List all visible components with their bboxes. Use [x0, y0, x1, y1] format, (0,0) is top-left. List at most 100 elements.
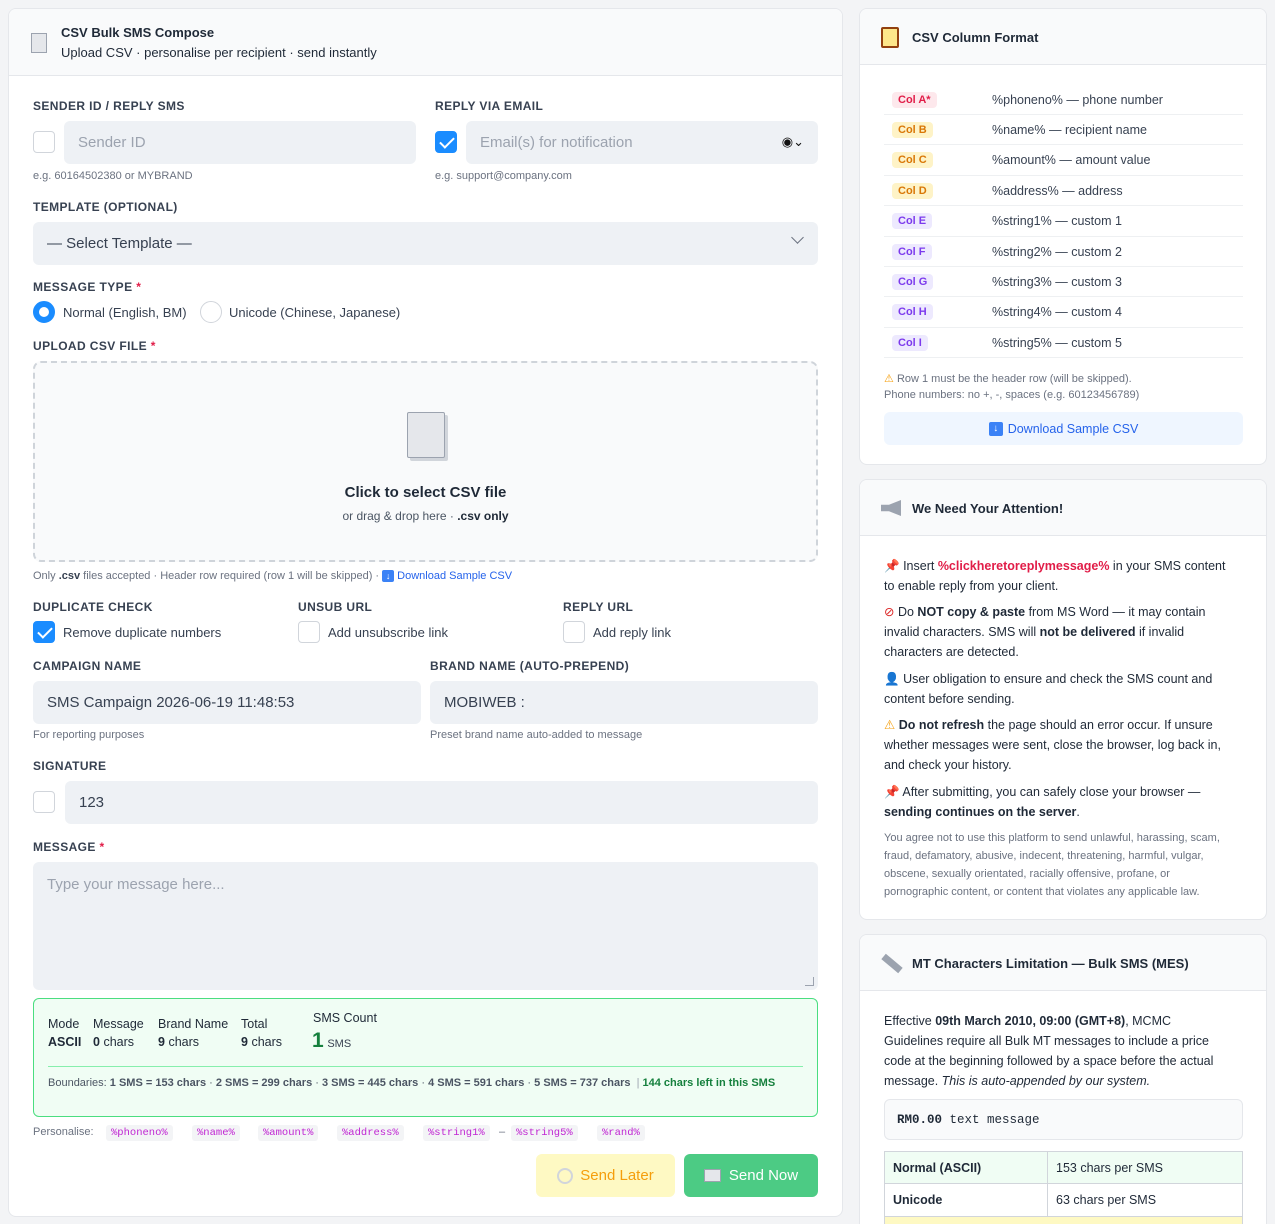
signature-input[interactable]: 123 [65, 781, 818, 824]
message-label: MESSAGE * [33, 840, 105, 854]
attention-point-5: 📌 After submitting, you can safely close… [884, 782, 1249, 822]
template-select[interactable]: — Select Template — [33, 222, 818, 265]
boundary-1: 1 SMS = 153 chars [109, 1077, 207, 1089]
column-row: Col F %string2% — custom 2 [884, 237, 1243, 267]
reply-email-input[interactable]: Email(s) for notification ◉⌄ [466, 121, 818, 164]
upload-note-csv: .csv [58, 570, 81, 582]
code-rest: text message [942, 1113, 1040, 1127]
legal-line-2: fraud, defamatory, abusive, indecent, th… [884, 850, 1204, 862]
radio-normal-label: Normal (English, BM) [63, 305, 187, 320]
download-sample-button[interactable]: ↓ Download Sample CSV [884, 412, 1243, 445]
reply-placeholder-token: %clickheretoreplymessage% [937, 559, 1110, 573]
message-textarea[interactable]: Type your message here... [33, 862, 818, 990]
attention-point-4: ⚠ Do not refresh the page should an erro… [884, 715, 1249, 775]
download-sample-label: Download Sample CSV [1007, 421, 1139, 436]
stat-brand-num: 9 [158, 1035, 165, 1049]
p2-f: if invalid [1135, 625, 1185, 639]
contact-picker-icon[interactable]: ◉⌄ [782, 134, 804, 150]
column-badge: Col H [892, 304, 933, 321]
limits-g: This is auto-appended by our system. [941, 1074, 1151, 1088]
stat-sms-num: 1 [312, 1029, 324, 1052]
token-rand[interactable]: %rand% [597, 1125, 645, 1141]
csv-note: ⚠ Row 1 must be the header row (will be … [884, 371, 1139, 403]
limits-date: 09th March 2010, 09:00 (GMT+8) [935, 1014, 1126, 1028]
dropzone-sub-text: or drag & drop here · [342, 509, 458, 523]
token-string5[interactable]: %string5% [511, 1125, 578, 1141]
legal-line-3: obscene, sexually orientated, racially o… [884, 868, 1170, 880]
attention-header: We Need Your Attention! [860, 480, 1266, 536]
column-badge: Col A* [892, 91, 937, 108]
duplicate-checkbox[interactable] [33, 621, 55, 643]
p5-b: sending continues on the server [884, 805, 1077, 819]
template-selected: — Select Template — [47, 235, 192, 252]
column-row: Col D %address% — address [884, 176, 1243, 207]
radio-unicode[interactable] [200, 301, 222, 323]
reply-url-checkbox[interactable] [563, 621, 585, 643]
stat-sms-label: SMS Count [313, 1011, 377, 1025]
brand-name-input[interactable]: MOBIWEB : [430, 681, 818, 724]
dropzone-sub: or drag & drop here · .csv only [35, 509, 816, 523]
stat-sms-value: 1 SMS [312, 1029, 351, 1053]
warning-icon: ⚠ [884, 718, 896, 732]
limits-type-ascii: Normal (ASCII) [885, 1152, 1048, 1183]
signature-checkbox[interactable] [33, 791, 55, 813]
sender-id-input[interactable]: Sender ID [64, 121, 416, 164]
column-description: %name% — recipient name [992, 122, 1147, 137]
required-mark: * [99, 840, 105, 854]
compose-title: CSV Bulk SMS Compose [61, 25, 215, 40]
document-icon [31, 33, 47, 53]
reply-email-hint: e.g. support@company.com [435, 170, 572, 182]
csv-dropzone[interactable]: Click to select CSV file or drag & drop … [33, 361, 818, 562]
pin-icon: 📌 [884, 559, 900, 573]
radio-normal[interactable] [33, 301, 55, 323]
stat-total-num: 9 [241, 1035, 248, 1049]
p5-c: . [1076, 805, 1080, 819]
attention-card: We Need Your Attention! 📌 Insert %clickh… [859, 479, 1267, 920]
stat-mode-label: Mode [48, 1017, 80, 1031]
column-description: %amount% — amount value [992, 153, 1151, 168]
upload-label: UPLOAD CSV FILE * [33, 339, 156, 353]
token-address[interactable]: %address% [337, 1125, 404, 1141]
chars-left: 144 chars left in this SMS [642, 1077, 776, 1089]
token-phoneno[interactable]: %phoneno% [106, 1125, 173, 1141]
stat-total-unit: chars [251, 1035, 283, 1049]
limits-row-ascii: Normal (ASCII) 153 chars per SMS [885, 1152, 1242, 1184]
compose-subtitle: Upload CSV · personalise per recipient ·… [61, 45, 377, 60]
user-icon: 👤 [884, 672, 900, 686]
column-description: %string2% — custom 2 [992, 244, 1122, 259]
boundary-3: 3 SMS = 445 chars [321, 1077, 419, 1089]
file-icon [407, 412, 445, 458]
p2-a: Do [897, 605, 918, 619]
p2-e: not be delivered [1039, 625, 1136, 639]
legal-line-4: pornographic content, or content that vi… [884, 886, 1200, 898]
message-type-label: MESSAGE TYPE * [33, 280, 141, 294]
duplicate-label: DUPLICATE CHECK [33, 600, 153, 614]
reply-email-checkbox[interactable] [435, 131, 457, 153]
p1-c: in your SMS content [1109, 559, 1226, 573]
token-name[interactable]: %name% [192, 1125, 240, 1141]
stat-brand-label: Brand Name [158, 1017, 229, 1031]
stat-message-unit: chars [103, 1035, 135, 1049]
resize-handle-icon[interactable] [805, 977, 814, 986]
p2-d: invalid characters. SMS will [884, 625, 1040, 639]
token-amount[interactable]: %amount% [258, 1125, 319, 1141]
required-mark: * [136, 280, 142, 294]
send-later-button[interactable]: Send Later [536, 1154, 675, 1197]
message-label-text: MESSAGE [33, 840, 96, 854]
reply-email-placeholder: Email(s) for notification [480, 134, 633, 151]
unsub-label: UNSUB URL [298, 600, 373, 614]
limits-type-unicode: Unicode [885, 1184, 1048, 1216]
chevron-down-icon [791, 231, 804, 244]
stat-brand-unit: chars [168, 1035, 200, 1049]
send-now-button[interactable]: Send Now [684, 1154, 818, 1197]
p1-a: Insert [903, 559, 938, 573]
sms-boundaries: Boundaries: 1 SMS = 153 chars · 2 SMS = … [48, 1077, 776, 1089]
column-description: %string4% — custom 4 [992, 305, 1122, 320]
unsub-checkbox[interactable] [298, 621, 320, 643]
limits-e: code at the beginning followed by a spac… [884, 1054, 1214, 1068]
prohibited-icon: ⊘ [884, 605, 895, 619]
campaign-name-input[interactable]: SMS Campaign 2026-06-19 11:48:53 [33, 681, 421, 724]
sender-checkbox[interactable] [33, 131, 55, 153]
download-sample-link[interactable]: Download Sample CSV [397, 570, 512, 582]
token-string1[interactable]: %string1% [423, 1125, 490, 1141]
